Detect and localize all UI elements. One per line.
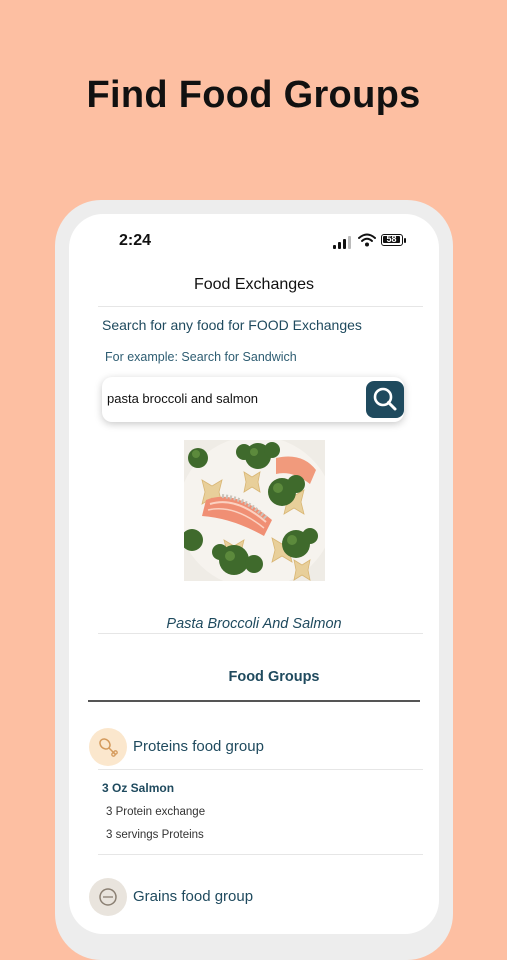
item-divider: [98, 854, 423, 855]
phone-screen: 2:24 58 Food Exchanges Search for any fo…: [69, 214, 439, 934]
drumstick-icon: [89, 728, 127, 766]
caption-divider: [98, 633, 423, 634]
page-title: Food Exchanges: [193, 276, 315, 293]
food-caption: Pasta Broccoli And Salmon: [166, 616, 342, 632]
food-item-servings: 3 servings Proteins: [106, 829, 204, 841]
search-icon: [373, 387, 397, 411]
header-divider: [98, 306, 423, 307]
food-groups-heading: Food Groups: [228, 669, 320, 685]
search-heading: Search for any food for FOOD Exchanges: [102, 317, 362, 333]
group-label-grains[interactable]: Grains food group: [133, 888, 253, 905]
cellular-signal-icon: [333, 235, 353, 249]
battery-level: 58: [386, 234, 397, 244]
food-photo: [184, 440, 325, 581]
search-input[interactable]: pasta broccoli and salmon: [102, 377, 404, 422]
group-label-proteins[interactable]: Proteins food group: [133, 738, 264, 755]
wifi-icon: [358, 233, 376, 247]
promo-headline: Find Food Groups: [86, 74, 421, 116]
food-groups-rule: [88, 700, 420, 702]
battery-cap: [404, 238, 406, 243]
food-item-name: 3 Oz Salmon: [102, 781, 175, 795]
status-time: 2:24: [119, 232, 152, 249]
battery-icon: 58: [381, 234, 403, 246]
search-hint: For example: Search for Sandwich: [105, 350, 297, 364]
group-divider: [98, 769, 423, 770]
search-query: pasta broccoli and salmon: [107, 391, 259, 406]
search-button[interactable]: [366, 381, 404, 418]
food-item-exchange: 3 Protein exchange: [106, 806, 206, 818]
status-bar: 2:24 58: [69, 214, 439, 264]
grain-icon: [89, 878, 127, 916]
